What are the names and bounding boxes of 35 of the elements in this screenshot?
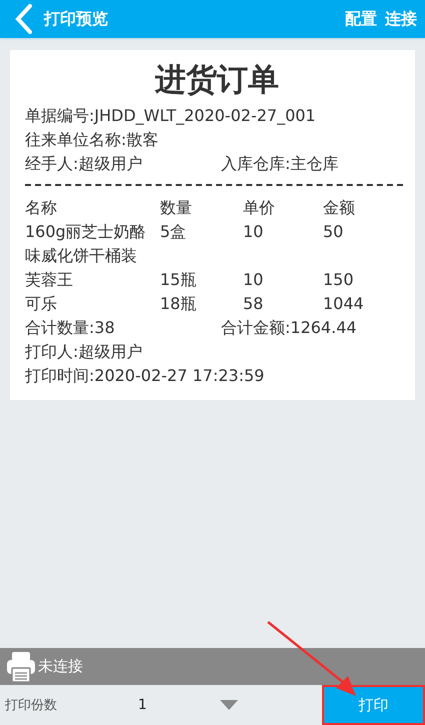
table-cell-text: 可乐	[25, 293, 58, 315]
table-cell-text: 58	[243, 293, 264, 315]
table-cell-text: 15瓶	[160, 269, 198, 291]
column-header: 单价	[243, 197, 276, 219]
table-cell-text: 芙蓉王	[25, 269, 74, 291]
total-line: 合计金额:1264.44	[221, 317, 357, 339]
table-cell-text: 1044	[323, 293, 365, 315]
table-cell-text: 10	[243, 221, 264, 243]
info-line: 单据编号:JHDD_WLT_2020-02-27_001	[25, 105, 317, 127]
column-header: 数量	[160, 197, 193, 219]
table-cell-text: 150	[323, 269, 355, 291]
dropdown-caret-icon	[220, 700, 238, 710]
copies-dropdown[interactable]: 1	[138, 697, 248, 713]
document-title: 进货订单	[154, 61, 280, 100]
table-cell-text: 18瓶	[160, 293, 198, 315]
column-header: 名称	[25, 197, 58, 219]
back-icon[interactable]	[14, 4, 34, 34]
printer-status: 未连接	[38, 657, 83, 676]
table-cell-text: 160g丽芝士奶酪味威化饼干桶装	[25, 221, 147, 267]
page-title: 打印预览	[44, 8, 108, 30]
total-line: 合计数量:38	[25, 317, 116, 339]
column-header: 金额	[323, 197, 356, 219]
header-action[interactable]: 配置	[345, 8, 377, 30]
print-button[interactable]: 打印	[322, 685, 425, 725]
info-line: 打印人:超级用户	[25, 341, 144, 363]
table-cell-text: 10	[243, 269, 264, 291]
copies-label: 打印份数	[4, 697, 58, 714]
table-cell-text: 5盒	[160, 221, 188, 243]
info-line: 打印时间:2020-02-27 17:23:59	[25, 365, 266, 387]
table-cell-text: 50	[323, 221, 344, 243]
header-action[interactable]: 连接	[385, 8, 417, 30]
info-line: 往来单位名称:散客	[25, 129, 160, 151]
printer-icon	[6, 650, 36, 682]
info-line: 经手人:超级用户	[25, 153, 144, 175]
info-line: 入库仓库:主仓库	[221, 153, 338, 175]
